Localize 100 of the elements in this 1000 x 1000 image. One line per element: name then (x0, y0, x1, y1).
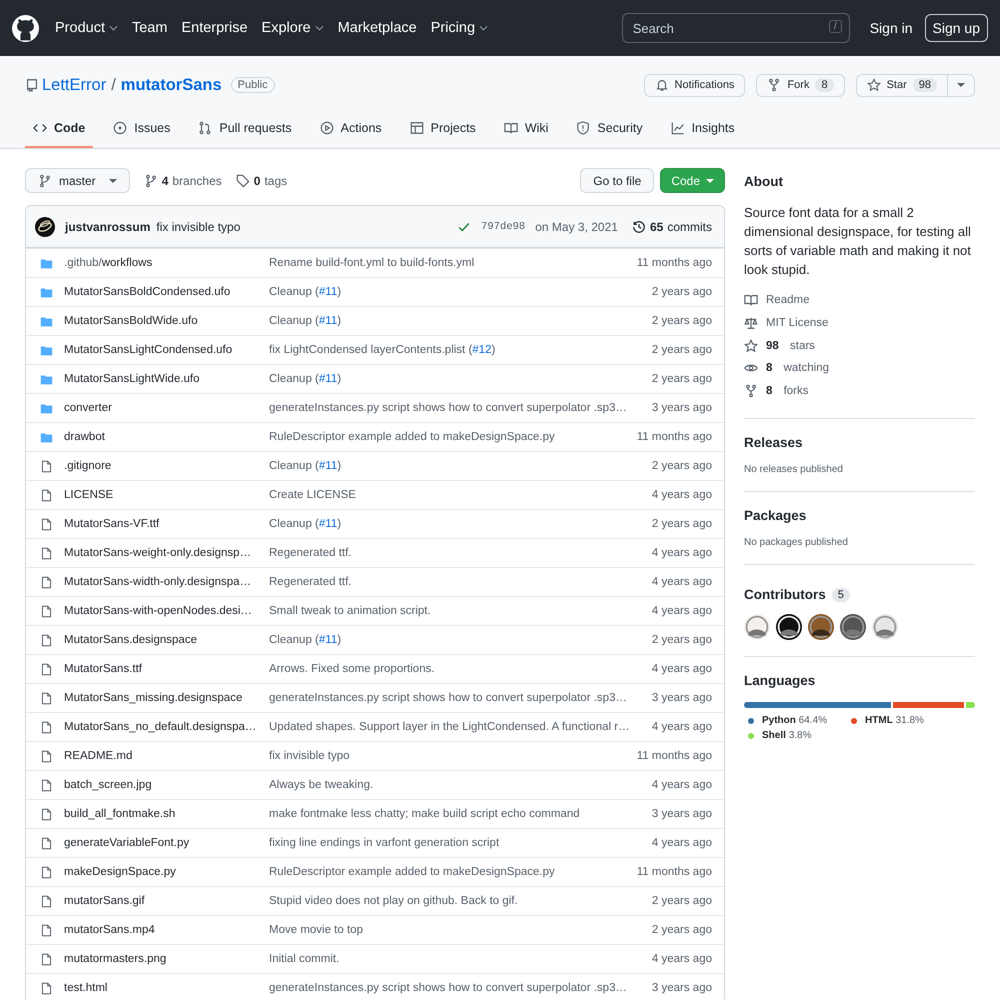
file-name-link[interactable]: MutatorSansLightCondensed.ufo (64, 344, 267, 356)
commit-message: Cleanup (#11) (268, 286, 342, 298)
notifications-button[interactable]: Notifications (644, 74, 746, 96)
nav-link[interactable]: Team (132, 20, 168, 36)
about-link[interactable]: 8 forks (744, 380, 975, 402)
repo-name-link[interactable]: mutatorSans (120, 76, 222, 94)
file-name-link[interactable]: MutatorSans_missing.designspace (64, 692, 267, 704)
file-name-link[interactable]: MutatorSans_no_default.designspa… (64, 721, 267, 733)
star-icon (866, 78, 881, 92)
fork-count: 8 (815, 78, 834, 92)
about-link[interactable]: Readme (744, 289, 975, 312)
file-name-link[interactable]: MutatorSans-width-only.designspa… (64, 576, 267, 588)
nav-link[interactable]: Explore (262, 20, 324, 36)
fork-button[interactable]: Fork 8 (756, 74, 845, 96)
file-icon (40, 808, 53, 820)
commit-sha-link[interactable]: 797de98 (481, 220, 526, 232)
octocat-logo[interactable] (12, 14, 39, 42)
folder-icon (40, 402, 53, 414)
file-name-link[interactable]: .gitignore (64, 460, 267, 472)
repo-tab[interactable]: Wiki (496, 110, 556, 148)
branches-link[interactable]: 4 branches (144, 174, 222, 188)
commit-message-link[interactable]: fix invisible typo (156, 220, 240, 234)
file-name-link[interactable]: test.html (64, 982, 267, 994)
file-name-link[interactable]: MutatorSans.ttf (64, 663, 267, 675)
fork-icon (744, 384, 758, 398)
file-name-link[interactable]: README.md (64, 750, 267, 762)
nav-link[interactable]: Enterprise (181, 20, 248, 36)
file-name-link[interactable]: MutatorSans.designspace (64, 634, 267, 646)
file-icon (40, 894, 53, 908)
owner-link[interactable]: LettError (42, 76, 106, 94)
nav-link[interactable]: Product (55, 20, 118, 36)
play-icon (320, 121, 334, 135)
commit-age: 2 years ago (652, 518, 712, 530)
repo-tab[interactable]: Insights (662, 110, 743, 148)
file-name-link[interactable]: .github/workflows (64, 257, 267, 269)
pull-request-link[interactable]: #12 (472, 344, 492, 356)
repo-tab[interactable]: Pull requests (190, 110, 300, 148)
branch-button[interactable]: master (25, 168, 130, 193)
commit-message: Stupid video does not play on github. Back to gif. (268, 895, 519, 907)
repo-tab[interactable]: Code (25, 110, 94, 148)
commit-age: 11 months ago (636, 257, 712, 269)
pull-request-link[interactable]: #11 (318, 373, 338, 385)
pull-request-link[interactable]: #11 (318, 286, 338, 298)
file-name-link[interactable]: MutatorSans-with-openNodes.desi… (64, 605, 267, 617)
commit-message: Cleanup (#11) (268, 315, 342, 327)
pull-request-link[interactable]: #11 (318, 634, 338, 646)
repo-tab[interactable]: Actions (312, 110, 390, 148)
file-icon (40, 866, 53, 878)
about-link[interactable]: 98 stars (744, 334, 975, 358)
repo-tab[interactable]: Issues (105, 110, 178, 148)
packages-note: No packages published (744, 537, 849, 548)
file-name-link[interactable]: MutatorSansLightWide.ufo (64, 373, 267, 385)
commit-message: Small tweak to animation script. (268, 605, 432, 617)
commit-message: Cleanup (#11) (268, 518, 342, 530)
file-name-link[interactable]: mutatorSans.gif (64, 895, 267, 907)
shield-icon (576, 121, 590, 135)
language-link[interactable]: Python 64.4% (762, 715, 828, 726)
folder-icon (40, 430, 53, 444)
language-link[interactable]: HTML 31.8% (865, 715, 924, 726)
repo-tab[interactable]: Security (568, 110, 651, 148)
star-menu-button[interactable] (948, 74, 975, 96)
nav-link[interactable]: Marketplace (338, 20, 417, 36)
sign-in-link[interactable]: Sign in (870, 20, 913, 36)
file-name-link[interactable]: MutatorSans-weight-only.designsp… (64, 547, 267, 559)
about-link[interactable]: MIT License (744, 312, 975, 334)
commit-message: Cleanup (#11) (268, 373, 342, 385)
file-icon (40, 750, 53, 762)
file-name-link[interactable]: converter (64, 402, 267, 414)
file-name-link[interactable]: drawbot (64, 431, 267, 443)
nav-link[interactable]: Pricing (430, 20, 488, 36)
go-to-file-button[interactable]: Go to file (580, 168, 654, 193)
about-link[interactable]: 8 watching (744, 357, 975, 380)
star-button[interactable]: Star 98 (856, 74, 948, 96)
commit-age: 4 years ago (652, 721, 712, 733)
tags-link[interactable]: 0 tags (236, 174, 288, 188)
sign-up-button[interactable]: Sign up (924, 14, 988, 42)
file-name-link[interactable]: MutatorSansBoldWide.ufo (64, 315, 267, 327)
tag-icon (236, 174, 250, 188)
file-name-link[interactable]: generateVariableFont.py (64, 837, 267, 849)
fork-icon (767, 78, 782, 92)
pull-request-link[interactable]: #11 (318, 460, 338, 472)
file-name-link[interactable]: mutatorSans.mp4 (64, 924, 267, 936)
file-name-link[interactable]: MutatorSans-VF.ttf (64, 518, 267, 530)
file-name-link[interactable]: mutatormasters.png (64, 953, 267, 965)
chevron-icon (108, 25, 118, 31)
pull-request-link[interactable]: #11 (318, 315, 338, 327)
file-name-link[interactable]: LICENSE (64, 489, 267, 501)
languages-heading: Languages (744, 673, 816, 688)
shortcut-key: / (828, 20, 842, 33)
file-name-link[interactable]: batch_screen.jpg (64, 779, 267, 791)
file-name-link[interactable]: build_all_fontmake.sh (64, 808, 267, 820)
commit-message: Updated shapes. Support layer in the LightCondensed. A functional r… (268, 721, 631, 733)
file-name-link[interactable]: MutatorSansBoldCondensed.ufo (64, 286, 267, 298)
repo-tab[interactable]: Projects (402, 110, 484, 148)
file-name-link[interactable]: makeDesignSpace.py (64, 866, 267, 878)
commit-author-link[interactable]: justvanrossum (65, 220, 150, 234)
commits-link[interactable]: 65 commits (632, 220, 712, 234)
language-link[interactable]: Shell 3.8% (762, 730, 812, 742)
commit-age: 3 years ago (652, 808, 712, 820)
pull-request-link[interactable]: #11 (318, 518, 338, 530)
